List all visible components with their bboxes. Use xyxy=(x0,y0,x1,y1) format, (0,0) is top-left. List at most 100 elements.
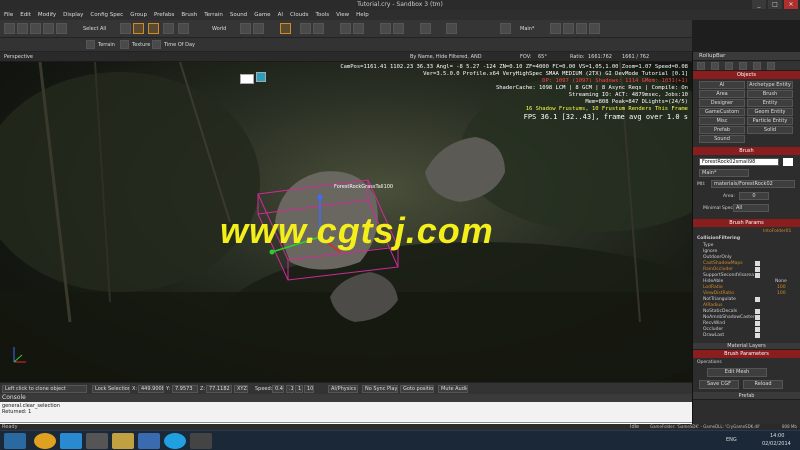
terrain-snap-icon[interactable] xyxy=(340,23,351,34)
object-geom-entity-button[interactable]: Geom Entity xyxy=(747,108,793,116)
terrain-tab-icon[interactable] xyxy=(711,62,719,70)
chrome-icon[interactable] xyxy=(34,433,56,449)
redo-icon[interactable] xyxy=(17,23,28,34)
param-no-shadow-caster[interactable]: NoAmnbShadowCaster xyxy=(703,315,755,320)
param-draw-last[interactable]: DrawLast xyxy=(703,333,724,338)
brush-params-header[interactable]: Brush Params xyxy=(693,219,800,227)
minspec-select[interactable]: All xyxy=(733,204,769,212)
viewport-label[interactable]: Perspective xyxy=(4,54,33,60)
undo-icon[interactable] xyxy=(4,23,15,34)
menu-prefabs[interactable]: Prefabs xyxy=(154,12,174,18)
speed-preset-10[interactable]: 10 xyxy=(304,385,314,393)
settings-icon[interactable] xyxy=(589,23,600,34)
terrain-button[interactable]: Terrain xyxy=(98,42,115,48)
z-coordinate-field[interactable]: 77.1182 xyxy=(206,385,232,393)
scale-icon[interactable] xyxy=(163,23,174,34)
hideable-value[interactable]: None xyxy=(775,279,787,284)
display-tab-icon[interactable] xyxy=(739,62,747,70)
object-area-button[interactable]: Area xyxy=(699,90,745,98)
grid-snap-icon[interactable] xyxy=(300,23,311,34)
goto-position-button[interactable]: Goto position xyxy=(400,385,434,393)
close-button[interactable]: ✕ xyxy=(784,0,798,9)
menu-sound[interactable]: Sound xyxy=(230,12,247,18)
speed-preset-0-1[interactable]: .1 xyxy=(286,385,294,393)
folder-icon[interactable] xyxy=(112,433,134,449)
perspective-viewport[interactable]: ForestRockGrassTall100 CamPos=1161.41 11… xyxy=(0,62,692,382)
language-indicator[interactable]: ENG xyxy=(726,437,737,443)
unlink-icon[interactable] xyxy=(43,23,54,34)
checkbox[interactable] xyxy=(755,309,760,314)
param-ignore[interactable]: Ignore xyxy=(703,249,717,254)
checkbox[interactable] xyxy=(755,327,760,332)
physics-icon[interactable] xyxy=(380,23,391,34)
select-all-label[interactable]: Select All xyxy=(83,26,106,32)
menu-view[interactable]: View xyxy=(336,12,349,18)
object-gamecustom-button[interactable]: GameCustom xyxy=(699,108,745,116)
checkbox[interactable] xyxy=(755,297,760,302)
checkbox[interactable] xyxy=(755,273,760,278)
time-of-day-button[interactable]: Time Of Day xyxy=(164,42,195,48)
brush-header[interactable]: Brush xyxy=(693,147,800,155)
param-support-visarea[interactable]: SupportSecondVisarea xyxy=(703,273,754,278)
object-designer-button[interactable]: Designer xyxy=(699,99,745,107)
param-viewdist[interactable]: ViewDistRatio xyxy=(703,291,734,296)
axis-x-icon[interactable] xyxy=(240,23,251,34)
angle-snap-icon[interactable] xyxy=(313,23,324,34)
settings-tab-icon[interactable] xyxy=(767,62,775,70)
save-icon[interactable] xyxy=(550,23,561,34)
layer-select[interactable]: Main* xyxy=(699,169,749,177)
param-lodratio[interactable]: LodRatio xyxy=(703,285,723,290)
move-icon[interactable] xyxy=(120,23,131,34)
object-solid-button[interactable]: Solid xyxy=(747,126,793,134)
x-coordinate-field[interactable]: 449.9008 xyxy=(138,385,164,393)
brush-parameters-header[interactable]: Brush Parameters xyxy=(693,350,800,358)
edit-mesh-button[interactable]: Edit Mesh xyxy=(707,368,767,377)
coord-system[interactable]: World xyxy=(212,26,226,32)
checkbox[interactable] xyxy=(755,315,760,320)
menu-game[interactable]: Game xyxy=(254,12,270,18)
axis-y-icon[interactable] xyxy=(253,23,264,34)
search-filter[interactable]: By Name, Hide Filtered, AND xyxy=(410,54,482,60)
start-icon[interactable] xyxy=(4,433,26,449)
store-icon[interactable] xyxy=(138,433,160,449)
filter-icon[interactable] xyxy=(56,23,67,34)
object-misc-button[interactable]: Misc xyxy=(699,117,745,125)
layer-select[interactable]: Main* xyxy=(520,26,534,32)
clock-date[interactable]: 02/02/2014 xyxy=(762,441,791,447)
menu-clouds[interactable]: Clouds xyxy=(290,12,309,18)
menu-group[interactable]: Group xyxy=(130,12,147,18)
layers-icon[interactable] xyxy=(446,23,457,34)
collision-filtering-header[interactable]: CollisionFiltering xyxy=(697,236,740,241)
speed-field[interactable]: 0.4 xyxy=(272,385,284,393)
param-type[interactable]: Type xyxy=(703,243,713,248)
menu-display[interactable]: Display xyxy=(63,12,83,18)
lock-selection-button[interactable]: Lock Selection xyxy=(92,385,130,393)
new-icon[interactable] xyxy=(576,23,587,34)
param-recv-wind[interactable]: RecvWind xyxy=(703,321,725,326)
material-field[interactable]: materials/ForestRock02 xyxy=(711,180,795,188)
lodratio-value[interactable]: 100 xyxy=(777,285,786,290)
app-icon[interactable] xyxy=(86,433,108,449)
menu-edit[interactable]: Edit xyxy=(20,12,31,18)
ruler-icon[interactable] xyxy=(353,23,364,34)
link-icon[interactable] xyxy=(30,23,41,34)
param-outdoor-only[interactable]: OutdoorOnly xyxy=(703,255,732,260)
rotate-icon[interactable] xyxy=(148,23,159,34)
mute-audio-button[interactable]: Mute Audio xyxy=(438,385,468,393)
param-no-static-decals[interactable]: NoStaticDecals xyxy=(703,309,737,314)
material-layers-header[interactable]: Material Layers xyxy=(693,343,800,350)
menu-config-spec[interactable]: Config Spec xyxy=(90,12,123,18)
xyz-toggle[interactable]: XYZ xyxy=(234,385,248,393)
ai-physics-button[interactable]: AI/Physics xyxy=(328,385,358,393)
sandbox-icon[interactable] xyxy=(190,433,212,449)
viewdist-value[interactable]: 100 xyxy=(777,291,786,296)
snap-icon[interactable] xyxy=(178,23,189,34)
param-cast-shadow[interactable]: CastShadowMaps xyxy=(703,261,743,266)
objects-header[interactable]: Objects xyxy=(693,71,800,79)
param-rain-occluder[interactable]: RainOccluder xyxy=(703,267,733,272)
select-icon[interactable] xyxy=(133,23,144,34)
ai-icon[interactable] xyxy=(393,23,404,34)
no-sync-player-button[interactable]: No Sync Player xyxy=(362,385,398,393)
param-not-triangulate[interactable]: NotTriangulate xyxy=(703,297,736,302)
object-sound-button[interactable]: Sound xyxy=(699,135,745,143)
